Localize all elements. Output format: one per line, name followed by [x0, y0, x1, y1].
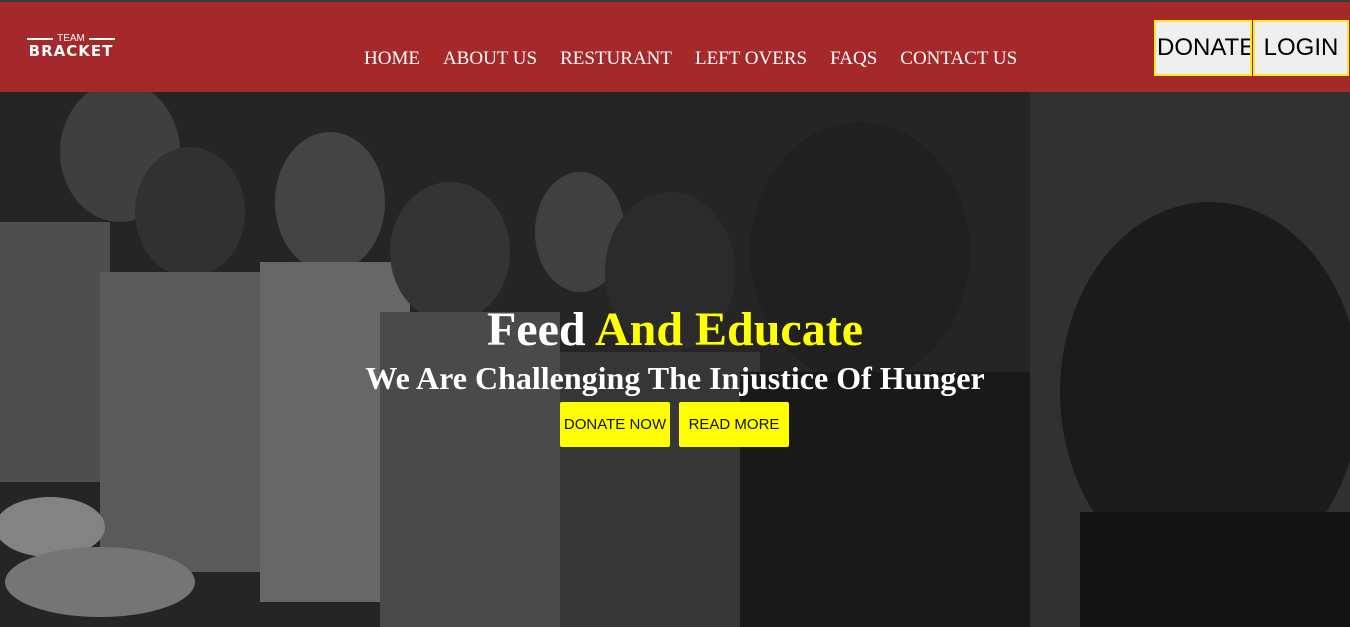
hero-subtitle: We Are Challenging The Injustice Of Hung… — [365, 360, 985, 396]
site-header: TEAM BRACKET HOME ABOUT US RESTURANT LEF… — [0, 2, 1350, 92]
nav-home[interactable]: HOME — [364, 47, 420, 71]
nav-resturant[interactable]: RESTURANT — [560, 47, 672, 71]
nav-left-overs[interactable]: LEFT OVERS — [695, 47, 807, 71]
nav-contact-us[interactable]: CONTACT US — [900, 47, 1017, 71]
team-bracket-logo[interactable]: TEAM BRACKET — [25, 34, 117, 64]
nav-about-us[interactable]: ABOUT US — [443, 47, 537, 71]
logo-bracket-text: BRACKET — [28, 42, 114, 60]
hero-title-accent: And Educate — [594, 303, 864, 356]
hero-section: Feed And Educate We Are Challenging The … — [0, 92, 1350, 627]
hero-title-part1: Feed — [486, 303, 586, 356]
nav-faqs[interactable]: FAQS — [830, 47, 877, 71]
header-donate-button[interactable]: DONATE — [1154, 20, 1252, 76]
read-more-button[interactable]: READ MORE — [679, 402, 789, 447]
donate-now-button[interactable]: DONATE NOW — [560, 402, 670, 447]
header-login-button[interactable]: LOGIN — [1253, 20, 1349, 76]
main-nav: HOME ABOUT US RESTURANT LEFT OVERS FAQS … — [364, 46, 1017, 72]
hero-title: Feed And Educate — [0, 302, 1350, 358]
